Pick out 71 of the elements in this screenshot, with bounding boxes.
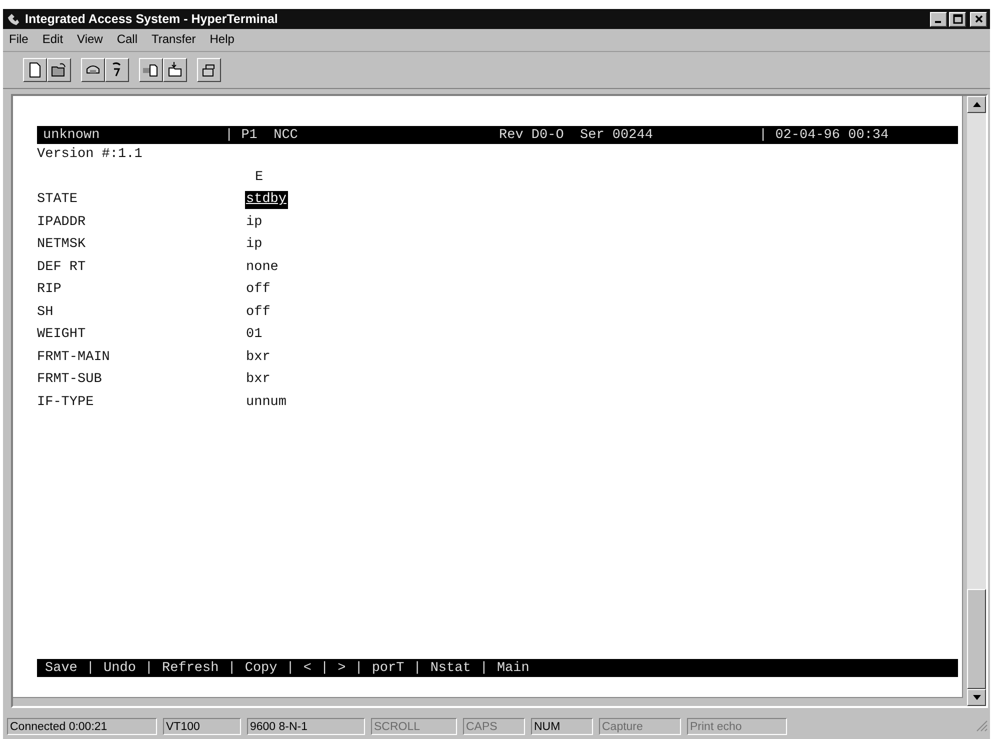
separator-text: |: [480, 660, 488, 676]
command-text[interactable]: >: [338, 660, 346, 676]
scroll-thumb[interactable]: [967, 589, 986, 689]
command-text[interactable]: Undo: [104, 660, 136, 676]
phone-icon: [6, 12, 21, 26]
field-label: STATE: [37, 191, 79, 209]
field-value[interactable]: off: [245, 279, 272, 302]
command-text[interactable]: Refresh: [162, 660, 219, 676]
field-label: FRMT-SUB: [37, 371, 103, 389]
scroll-up-button[interactable]: [967, 96, 986, 113]
menu-item[interactable]: File: [9, 32, 28, 48]
status-pane: CAPS: [463, 718, 525, 734]
down-arrow-icon[interactable]: [972, 695, 980, 700]
field-label: FRMT-MAIN: [37, 348, 111, 366]
command-text[interactable]: Main: [496, 660, 530, 676]
menu-item[interactable]: Transfer: [152, 32, 196, 48]
status-pane: NUM: [531, 718, 593, 734]
field-value[interactable]: bxr: [245, 369, 272, 392]
header-text: Rev D0-O Ser 00244: [499, 128, 654, 142]
version-text: Version #:1.1: [37, 147, 142, 162]
vertical-scrollbar[interactable]: [967, 96, 986, 706]
separator-text: |: [144, 660, 154, 676]
window-title: Integrated Access System - HyperTerminal: [25, 12, 279, 26]
field-value[interactable]: ip: [245, 234, 264, 256]
maximize-icon[interactable]: [952, 14, 962, 24]
menu-item[interactable]: View: [77, 32, 103, 48]
status-pane: VT100: [163, 718, 241, 734]
field-value[interactable]: ip: [245, 212, 264, 234]
separator-text: |: [413, 660, 422, 676]
field-label: DEF RT: [37, 258, 87, 276]
field-value[interactable]: bxr: [245, 346, 272, 369]
field-label: WEIGHT: [37, 326, 87, 344]
field-label: IF-TYPE: [37, 394, 95, 412]
field-value[interactable]: stdby: [245, 191, 288, 210]
command-text[interactable]: <: [303, 660, 312, 676]
status-pane: 9600 8-N-1: [247, 718, 365, 734]
field-value[interactable]: unnum: [245, 392, 288, 414]
minimize-button[interactable]: [930, 12, 947, 26]
field-value[interactable]: 01: [245, 324, 264, 346]
header-text: | 02-04-96 00:34: [759, 128, 890, 142]
command-text[interactable]: Save: [45, 660, 78, 676]
separator-text: |: [286, 660, 294, 676]
field-label: RIP: [37, 281, 62, 299]
header-text: | P1 NCC: [225, 128, 299, 142]
status-pane: Capture: [599, 718, 681, 734]
separator-text: |: [320, 660, 329, 676]
field-label: SH: [37, 304, 54, 322]
command-text[interactable]: Copy: [244, 660, 278, 676]
close-button[interactable]: [970, 12, 987, 26]
header-text: unknown: [43, 128, 101, 142]
field-value[interactable]: none: [245, 256, 280, 279]
field-label: NETMSK: [37, 236, 87, 254]
command-text[interactable]: Nstat: [430, 660, 471, 676]
menu-item[interactable]: Help: [210, 32, 234, 48]
field-label: IPADDR: [37, 214, 87, 232]
status-pane: Connected 0:00:21: [7, 718, 157, 734]
scroll-down-button[interactable]: [967, 689, 986, 706]
column-heading: E: [254, 168, 264, 186]
separator-text: |: [86, 660, 95, 676]
separator-text: |: [228, 660, 236, 676]
resize-grip-icon[interactable]: [976, 720, 988, 732]
menu-item[interactable]: Call: [116, 32, 138, 48]
maximize-button[interactable]: [949, 12, 966, 26]
close-icon[interactable]: [974, 14, 984, 24]
status-pane: SCROLL: [371, 718, 457, 734]
status-pane: Print echo: [687, 718, 787, 734]
command-text[interactable]: porT: [372, 660, 404, 676]
separator-text: |: [354, 660, 363, 676]
up-arrow-icon[interactable]: [972, 102, 980, 107]
menu-item[interactable]: Edit: [42, 32, 64, 48]
field-value[interactable]: off: [245, 302, 272, 324]
